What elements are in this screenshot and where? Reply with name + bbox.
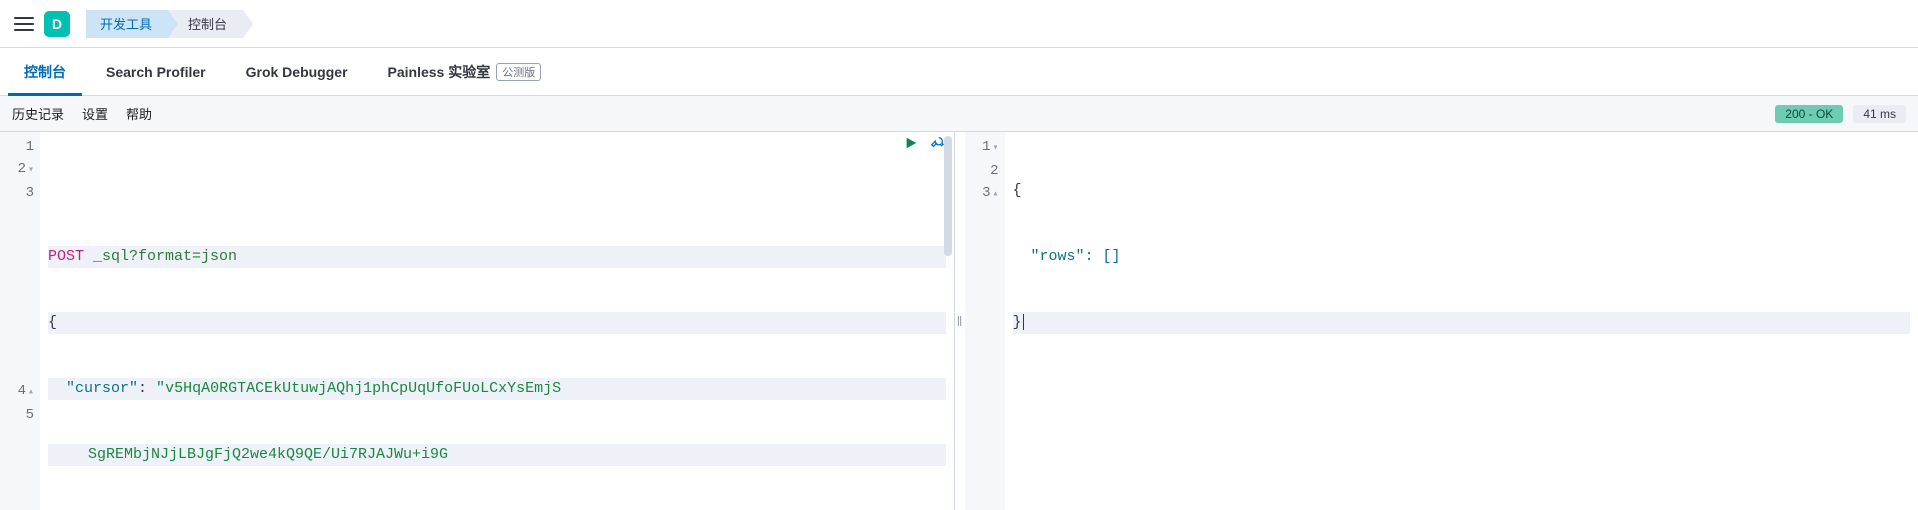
response-code[interactable]: { "rows": [] } <box>1005 132 1918 510</box>
fold-icon[interactable]: ▾ <box>992 143 998 154</box>
breadcrumb-console[interactable]: 控制台 <box>168 10 243 38</box>
subbar-left: 历史记录 设置 帮助 <box>12 104 152 123</box>
request-pane[interactable]: 1 2▾ 3 4▴ 5 POST <box>0 132 955 510</box>
gutter-line <box>10 226 34 248</box>
response-gutter: 1▾ 2 3▴ <box>965 132 1005 510</box>
breadcrumb-dev-tools[interactable]: 开发工具 <box>86 10 168 38</box>
gutter-line: 2 <box>975 160 999 182</box>
scrollbar[interactable] <box>944 136 952 256</box>
fold-icon[interactable]: ▴ <box>992 189 998 200</box>
top-bar: D 开发工具 控制台 <box>0 0 1918 48</box>
tab-console[interactable]: 控制台 <box>8 48 82 96</box>
wrench-icon[interactable] <box>928 134 946 152</box>
menu-icon[interactable] <box>12 12 36 36</box>
tab-bar: 控制台 Search Profiler Grok Debugger Painle… <box>0 48 1918 96</box>
editor-area: 1 2▾ 3 4▴ 5 POST <box>0 132 1918 510</box>
gutter-line <box>10 292 34 314</box>
tab-search-profiler[interactable]: Search Profiler <box>90 48 222 96</box>
text-cursor <box>1023 314 1024 330</box>
beta-badge: 公测版 <box>496 63 541 81</box>
gutter-line: 3 <box>10 182 34 204</box>
history-link[interactable]: 历史记录 <box>12 104 64 123</box>
help-link[interactable]: 帮助 <box>126 104 152 123</box>
tab-grok-debugger[interactable]: Grok Debugger <box>230 48 364 96</box>
fold-icon[interactable]: ▾ <box>28 165 34 176</box>
code-line: "rows": [] <box>1013 246 1911 268</box>
breadcrumb: 开发工具 控制台 <box>86 10 243 38</box>
gutter-line: 2▾ <box>10 158 34 182</box>
subbar-right: 200 - OK 41 ms <box>1775 105 1906 123</box>
code-line: "cursor": "v5HqA0RGTACEkUtuwjAQhj1phCpUq… <box>48 378 946 400</box>
response-pane[interactable]: 1▾ 2 3▴ { "rows": [] } <box>965 132 1918 510</box>
timing-badge: 41 ms <box>1853 105 1906 123</box>
request-code[interactable]: POST _sql?format=json { "cursor": "v5HqA… <box>40 132 954 510</box>
editor-actions <box>902 134 946 152</box>
gutter-line <box>10 336 34 358</box>
request-gutter: 1 2▾ 3 4▴ 5 <box>0 132 40 510</box>
code-line: { <box>48 312 946 334</box>
status-badge: 200 - OK <box>1775 105 1843 123</box>
gutter-line: 1 <box>10 136 34 158</box>
gutter-line: 5 <box>10 404 34 426</box>
gutter-line <box>10 204 34 226</box>
gutter-line <box>10 358 34 380</box>
avatar[interactable]: D <box>44 11 70 37</box>
sub-bar: 历史记录 设置 帮助 200 - OK 41 ms <box>0 96 1918 132</box>
gutter-line <box>10 248 34 270</box>
gutter-line <box>10 314 34 336</box>
play-icon[interactable] <box>902 134 920 152</box>
gutter-line: 3▴ <box>975 182 999 206</box>
pane-splitter[interactable]: ‖ <box>955 132 965 510</box>
gutter-line <box>10 270 34 292</box>
code-line: SgREMbjNJjLBJgFjQ2we4kQ9QE/Ui7RJAJWu+i9G <box>48 444 946 466</box>
tab-painless-label: Painless 实验室 <box>388 62 491 82</box>
code-line: POST _sql?format=json <box>48 246 946 268</box>
code-line: } <box>1013 312 1911 334</box>
gutter-line: 1▾ <box>975 136 999 160</box>
gutter-line: 4▴ <box>10 380 34 404</box>
tab-painless-lab[interactable]: Painless 实验室 公测版 <box>372 48 558 96</box>
settings-link[interactable]: 设置 <box>82 104 108 123</box>
code-line: { <box>1013 180 1911 202</box>
fold-icon[interactable]: ▴ <box>28 387 34 398</box>
